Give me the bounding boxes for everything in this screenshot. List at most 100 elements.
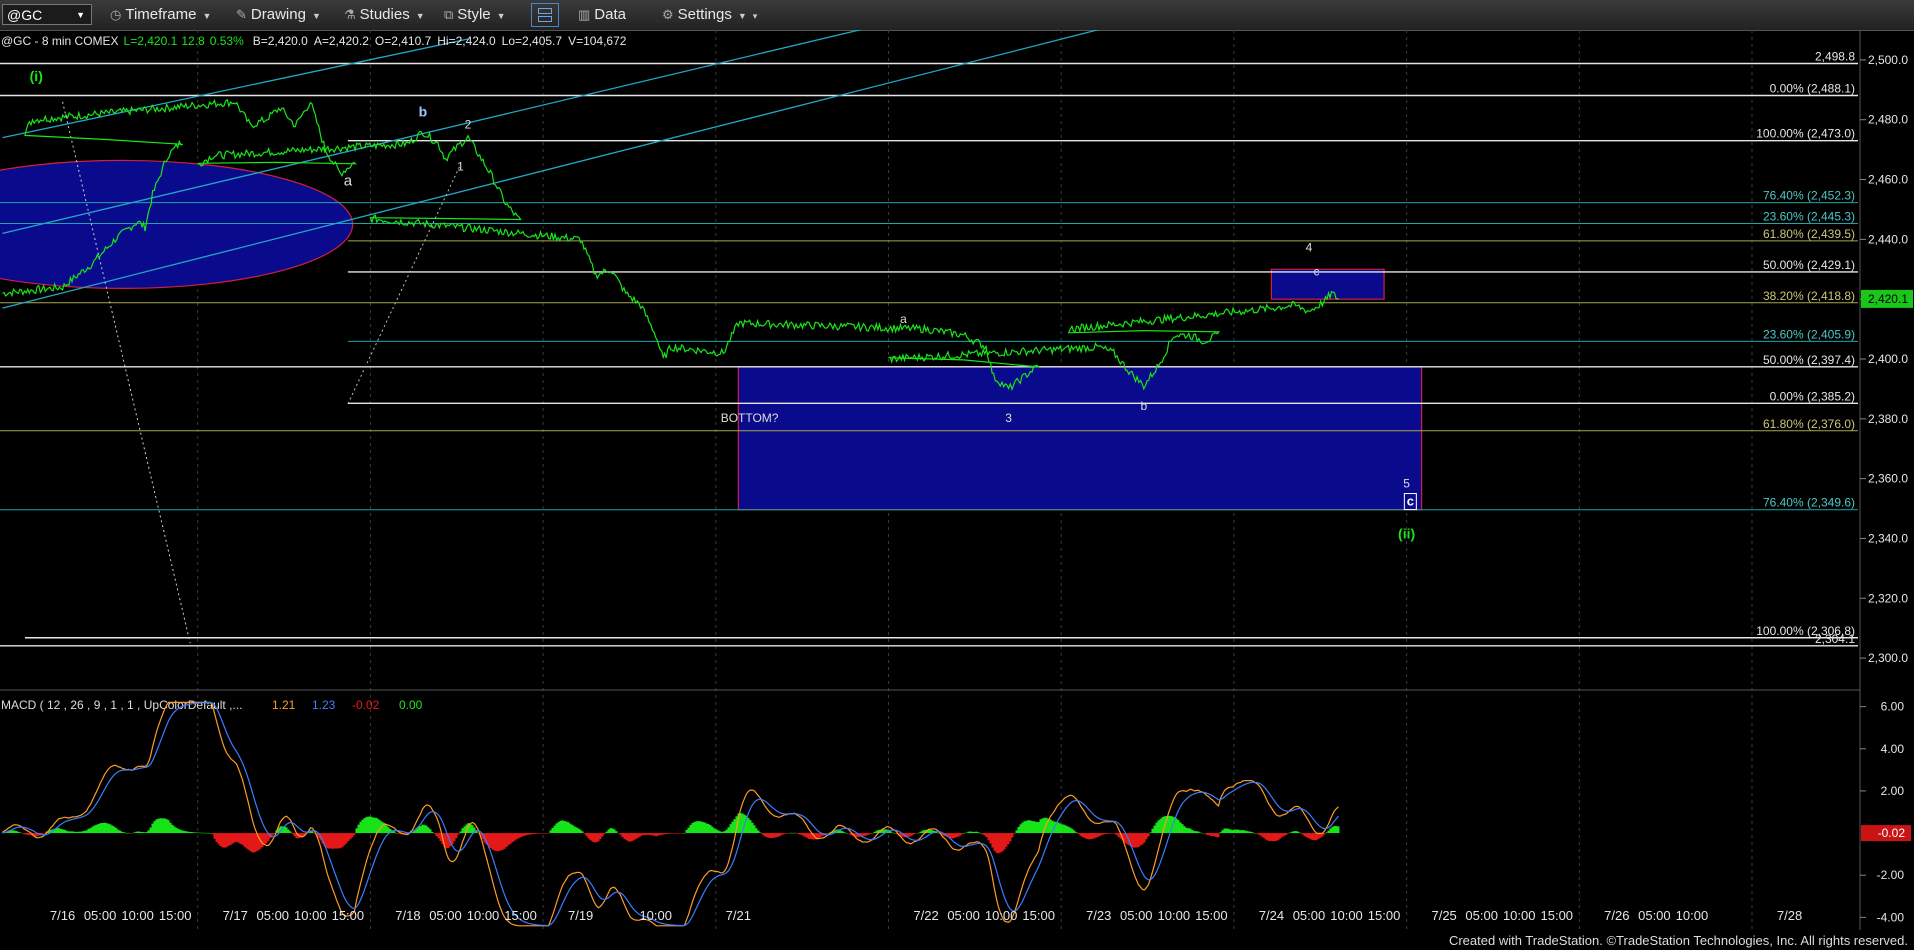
axis-tick-label: 2,480.0 xyxy=(1868,113,1908,127)
time-tick-label: 05:00 xyxy=(257,908,290,923)
macd-histogram-bar xyxy=(19,832,22,834)
macd-histogram-bar xyxy=(765,833,768,838)
macd-histogram-bar xyxy=(977,832,980,834)
macd-histogram-bar xyxy=(1285,833,1288,835)
macd-histogram-bar xyxy=(1251,832,1254,834)
macd-histogram-bar xyxy=(601,833,604,837)
time-axis[interactable]: 7/16 05:00 10:00 15:00 7/17 05:00 10:00 15:00 7/… xyxy=(50,908,1802,923)
macd-histogram-bar xyxy=(1259,833,1262,836)
macd-histogram-bar xyxy=(427,827,430,834)
macd-histogram-bar xyxy=(795,833,798,834)
macd-histogram-bar xyxy=(973,831,976,834)
macd-histogram-bar xyxy=(233,833,236,843)
macd-histogram-bar xyxy=(15,831,18,834)
time-tick-label: 05:00 xyxy=(1120,908,1153,923)
macd-histogram-bar xyxy=(235,833,238,842)
signal-line xyxy=(2,701,1339,927)
timeframe-menu[interactable]: ◷ Timeframe ▼ xyxy=(110,3,211,27)
macd-histogram-bar xyxy=(587,833,590,839)
macd-histogram-bar xyxy=(841,831,844,834)
macd-histogram-bar xyxy=(555,823,558,834)
macd-histogram-bar xyxy=(1015,830,1018,834)
macd-histogram-bar xyxy=(1183,826,1186,834)
macd-histogram-bar xyxy=(167,820,170,834)
macd-histogram-bar xyxy=(1103,833,1106,835)
macd-histogram-bar xyxy=(191,832,194,834)
axis-tick-label: 2,340.0 xyxy=(1868,531,1908,545)
macd-histogram-bar xyxy=(785,833,788,834)
macd-histogram-bar xyxy=(1143,833,1146,843)
time-tick-label: 10:00 xyxy=(467,908,500,923)
macd-histogram-bar xyxy=(287,829,290,834)
macd-histogram-bar xyxy=(643,833,646,835)
macd-histogram-bar xyxy=(1041,818,1044,834)
macd-histogram-bar xyxy=(635,833,638,839)
macd-histogram-bar xyxy=(641,833,644,836)
macd-histogram-bar xyxy=(189,831,192,834)
macd-histogram-bar xyxy=(1329,828,1332,834)
macd-histogram-bar xyxy=(709,825,712,834)
macd-histogram-bar xyxy=(1239,830,1242,834)
macd-histogram-bar xyxy=(337,833,340,849)
macd-histogram-bar xyxy=(497,833,500,852)
macd-histogram-bar xyxy=(1211,833,1214,836)
symbol-input[interactable]: @GC ▼ xyxy=(2,4,92,25)
settings-menu[interactable]: ⚙ Settings ▼ ▾ xyxy=(662,3,757,27)
macd-histogram-bar xyxy=(1209,833,1212,836)
layout-icon xyxy=(538,8,552,14)
macd-histogram-bar xyxy=(1313,833,1316,841)
macd-histogram-bar xyxy=(609,828,612,834)
footer-credit: Created with TradeStation. ©TradeStation… xyxy=(1448,933,1908,948)
macd-histogram-bar xyxy=(571,824,574,834)
macd-histogram-bar xyxy=(193,832,196,834)
macd-histogram-bar xyxy=(67,831,70,834)
macd-histogram-bar xyxy=(499,833,502,851)
chart-header: @GC - 8 min COMEX L=2,420.1 12.8 0.53% B=2,4… xyxy=(1,34,627,48)
macd-histogram-bar xyxy=(875,830,878,834)
macd-histogram-bar xyxy=(97,823,100,834)
macd-histogram-bar xyxy=(725,829,728,834)
macd-histogram-bar xyxy=(27,833,30,836)
macd-histogram-bar xyxy=(775,833,778,838)
macd-histogram-bar xyxy=(649,833,652,836)
macd-histogram-bar xyxy=(1323,833,1326,835)
macd-histogram-bar xyxy=(1197,831,1200,834)
macd-histogram-bar xyxy=(537,833,540,834)
macd-histogram-bar xyxy=(639,833,642,837)
macd-histogram-bar xyxy=(697,821,700,834)
macd-histogram-bar xyxy=(169,822,172,834)
drawing-menu[interactable]: ✎ Drawing ▼ xyxy=(236,3,321,27)
macd-histogram-bar xyxy=(1265,833,1268,840)
macd-histogram-bar xyxy=(489,833,492,849)
fib-label: 76.40% (2,452.3) xyxy=(1763,189,1855,203)
data-menu[interactable]: ▥ Data xyxy=(578,3,626,27)
macd-histogram-bar xyxy=(645,833,648,835)
layout-button[interactable] xyxy=(531,3,559,27)
price-chart[interactable]: 0.00% (2,488.1) 100.00% (2,473.0) 76.40% (… xyxy=(0,30,1914,930)
macd-histogram-bar xyxy=(231,833,234,844)
macd-histogram-bar xyxy=(965,832,968,834)
macd-histogram-bar xyxy=(255,833,258,852)
style-menu[interactable]: ⧉ Style ▼ xyxy=(444,3,506,27)
macd-histogram-bar xyxy=(1335,826,1338,834)
open-value: O=2,410.7 xyxy=(375,34,432,48)
macd-histogram-bar xyxy=(199,832,202,834)
macd-histogram-bar xyxy=(1301,833,1304,835)
studies-menu[interactable]: ⚗ Studies ▼ xyxy=(344,3,425,27)
macd-histogram-bar xyxy=(847,833,850,834)
target-zones xyxy=(0,159,1423,511)
macd-histogram-bar xyxy=(1153,825,1156,834)
macd-histogram-bar xyxy=(1085,833,1088,839)
macd-histogram-bar xyxy=(1241,829,1244,834)
macd-histogram-bar xyxy=(1167,815,1170,834)
gear-icon: ⚙ xyxy=(662,7,674,22)
time-tick-label: 15:00 xyxy=(332,908,365,923)
macd-panel[interactable]: MACD ( 12 , 26 , 9 , 1 , 1 , UpColorDefa… xyxy=(1,698,1911,927)
macd-last-tag-label: -0.02 xyxy=(1878,826,1906,840)
macd-histogram-bar xyxy=(1065,825,1068,834)
macd-histogram-bar xyxy=(335,833,338,849)
macd-histogram-bar xyxy=(529,833,532,835)
macd-histogram-bar xyxy=(701,821,704,834)
macd-histogram-bar xyxy=(751,822,754,834)
macd-histogram-bar xyxy=(1141,833,1144,845)
